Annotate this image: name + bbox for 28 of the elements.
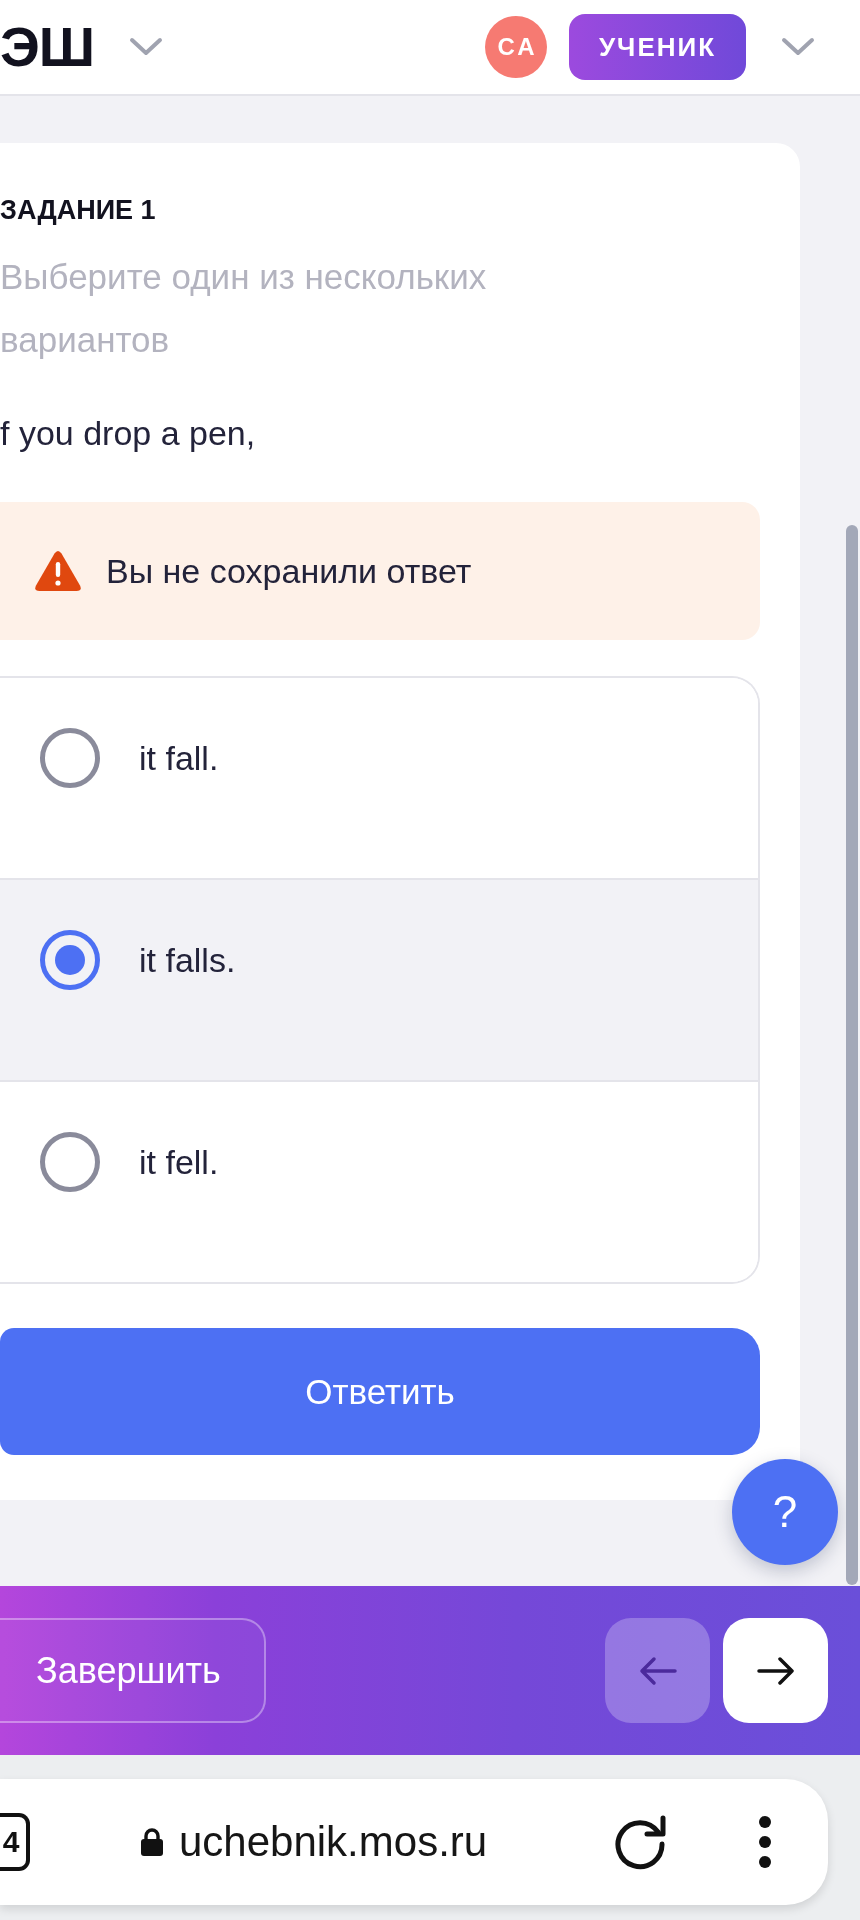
warning-text: Вы не сохранили ответ [106, 551, 472, 591]
url-text[interactable]: uchebnik.mos.ru [179, 1818, 488, 1866]
chevron-down-icon[interactable] [129, 37, 164, 57]
task-title: ЗАДАНИЕ 1 [0, 194, 157, 226]
arrow-right-icon [755, 1655, 796, 1686]
arrow-left-icon [637, 1655, 678, 1686]
submit-button[interactable]: Ответить [0, 1328, 760, 1455]
logo[interactable]: ЭШ [0, 19, 95, 75]
address-bar[interactable]: 4 uchebnik.mos.ru [0, 1779, 828, 1905]
reload-icon[interactable] [612, 1814, 668, 1870]
radio-button[interactable] [40, 728, 100, 788]
lock-icon [140, 1827, 164, 1857]
help-button[interactable]: ? [732, 1459, 838, 1565]
warning-icon [34, 550, 82, 592]
back-button[interactable] [605, 1618, 710, 1723]
radio-button[interactable] [40, 1132, 100, 1192]
question-text: f you drop a pen, [0, 413, 257, 454]
answer-option[interactable]: it falls. [0, 878, 758, 1080]
finish-button[interactable]: Завершить [0, 1618, 266, 1723]
more-options-icon[interactable] [758, 1815, 772, 1869]
radio-button[interactable] [40, 930, 100, 990]
chevron-down-icon[interactable] [781, 37, 815, 57]
answer-option[interactable]: it fell. [0, 1080, 758, 1282]
task-instruction: Выберите один из нескольких вариантов [0, 256, 488, 361]
role-badge: УЧЕНИК [569, 14, 746, 80]
tab-count-button[interactable]: 4 [0, 1813, 30, 1871]
scrollbar-thumb[interactable] [846, 525, 858, 1585]
next-button[interactable] [723, 1618, 828, 1723]
